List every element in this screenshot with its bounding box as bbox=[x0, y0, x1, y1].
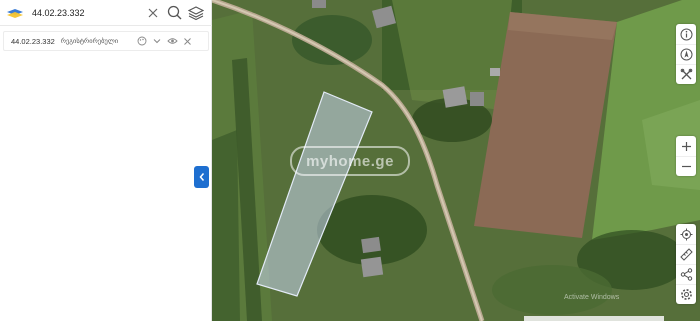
map-actions-group bbox=[676, 224, 696, 304]
search-bar bbox=[0, 0, 212, 26]
gear-icon[interactable] bbox=[676, 284, 696, 304]
zoom-controls bbox=[676, 136, 696, 176]
side-panel: 44.02.23.332 რეგისტრირებული bbox=[0, 0, 212, 321]
tools-icon[interactable] bbox=[676, 64, 696, 84]
os-activation-notice: Activate Windows bbox=[564, 294, 620, 301]
share-icon[interactable] bbox=[676, 264, 696, 284]
locate-icon[interactable] bbox=[676, 224, 696, 244]
compass-icon[interactable] bbox=[676, 44, 696, 64]
map-tools-group bbox=[676, 24, 696, 84]
search-result-item[interactable]: 44.02.23.332 რეგისტრირებული bbox=[3, 31, 209, 51]
satellite-imagery bbox=[212, 0, 700, 321]
ruler-icon[interactable] bbox=[676, 244, 696, 264]
chevron-down-icon[interactable] bbox=[152, 36, 163, 47]
scale-bar bbox=[524, 316, 664, 321]
app-window: 44.02.23.332 რეგისტრირებული bbox=[0, 0, 700, 321]
search-input[interactable] bbox=[32, 7, 142, 18]
palette-icon[interactable] bbox=[137, 36, 148, 47]
chevron-left-icon[interactable] bbox=[194, 166, 209, 188]
search-icon[interactable] bbox=[166, 5, 182, 21]
info-icon[interactable] bbox=[676, 24, 696, 44]
layers-icon[interactable] bbox=[188, 5, 204, 21]
minus-icon[interactable] bbox=[676, 156, 696, 176]
satellite-map[interactable]: myhome.ge Activate Windows bbox=[212, 0, 700, 321]
cadastre-logo-icon bbox=[6, 7, 24, 19]
result-code: 44.02.23.332 bbox=[11, 36, 55, 46]
close-icon[interactable] bbox=[182, 36, 193, 47]
watermark-logo: myhome.ge bbox=[290, 146, 410, 176]
result-status: რეგისტრირებული bbox=[60, 38, 119, 45]
close-icon[interactable] bbox=[146, 6, 160, 20]
plus-icon[interactable] bbox=[676, 136, 696, 156]
eye-icon[interactable] bbox=[167, 36, 178, 47]
